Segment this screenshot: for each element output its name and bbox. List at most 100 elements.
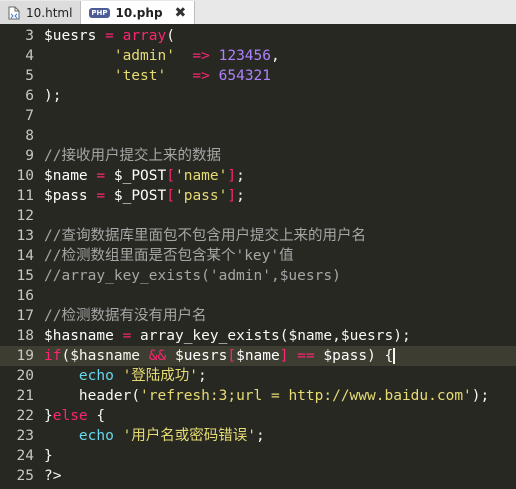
code-token: $_POST (113, 188, 167, 204)
code-token: ( (131, 388, 141, 404)
code-token: $uesrs (44, 28, 97, 44)
code-token: = (113, 328, 141, 344)
code-text: echo '登陆成功'; (34, 366, 516, 386)
tab-10-html[interactable]: 10.html (0, 1, 82, 24)
code-token: ); (471, 388, 490, 404)
code-token: $name (44, 168, 88, 184)
php-badge: PHP (89, 7, 110, 18)
line-number: 8 (25, 128, 34, 144)
code-token: ; (236, 188, 245, 204)
code-token: ; (256, 428, 265, 444)
code-token: => (166, 68, 219, 84)
file-icon (8, 6, 20, 20)
code-token: '用户名或密码错误' (122, 428, 257, 444)
code-token: 'test' (113, 68, 167, 84)
line-number: 14 (16, 248, 34, 264)
code-line[interactable]: 6); (0, 86, 516, 106)
line-number: 23 (16, 428, 34, 444)
code-token: 654321 (218, 68, 272, 84)
code-token: //接收用户提交上来的数据 (44, 148, 221, 164)
code-line[interactable]: 14 //检测数组里面是否包含某个'key'值 (0, 246, 516, 266)
code-text: $hasname = array_key_exists($name,$uesrs… (34, 326, 516, 346)
code-line[interactable]: 19 if($hasname && $uesrs[$name] == $pass)… (0, 346, 516, 366)
code-text: 'test' => 654321 (34, 66, 516, 86)
line-number: 11 (16, 188, 34, 204)
code-line[interactable]: 3 $uesrs = array( (0, 26, 516, 46)
code-token: else (52, 408, 88, 424)
line-number: 21 (16, 388, 34, 404)
code-token: echo (78, 428, 114, 444)
code-text: }else { (34, 406, 516, 426)
code-token: ] (227, 188, 237, 204)
code-token: $_POST (113, 168, 167, 184)
code-line[interactable]: 21 header('refresh:3;url = http://www.ba… (0, 386, 516, 406)
code-text: //检测数据有没有用户名 (34, 306, 516, 326)
code-token: [ (166, 168, 175, 184)
code-line[interactable]: 9 //接收用户提交上来的数据 (0, 146, 516, 166)
code-token: $uesrs (174, 348, 228, 364)
code-line[interactable]: 10 $name = $_POST['name']; (0, 166, 516, 186)
code-text: ); (34, 86, 516, 106)
code-token: [ (227, 348, 237, 364)
code-text: //接收用户提交上来的数据 (34, 146, 516, 166)
code-line[interactable]: 5 'test' => 654321 (0, 66, 516, 86)
code-token: ($name,$uesrs); (279, 328, 411, 344)
code-line[interactable]: 25 ?> (0, 466, 516, 486)
code-editor[interactable]: 3 $uesrs = array(4 'admin' => 123456, 5 't… (0, 24, 516, 489)
line-number: 5 (25, 68, 34, 84)
code-token: //array_key_exists('admin',$uesrs) (44, 268, 341, 284)
line-number: 13 (16, 228, 34, 244)
code-token: $pass (44, 188, 88, 204)
code-text: header('refresh:3;url = http://www.baidu… (34, 386, 516, 406)
code-token: if (44, 348, 62, 364)
code-text: $uesrs = array( (34, 26, 516, 46)
code-line[interactable]: 11 $pass = $_POST['pass']; (0, 186, 516, 206)
code-token: array (122, 28, 167, 44)
code-token: 'pass' (174, 188, 228, 204)
code-line[interactable]: 18 $hasname = array_key_exists($name,$ues… (0, 326, 516, 346)
line-number: 25 (16, 468, 34, 484)
code-text: ?> (34, 466, 516, 486)
line-number: 17 (16, 308, 34, 324)
code-token: $pass (323, 348, 368, 364)
code-line[interactable]: 20 echo '登陆成功'; (0, 366, 516, 386)
code-token: => (174, 48, 219, 64)
code-line[interactable]: 13 //查询数据库里面包不包含用户提交上来的用户名 (0, 226, 516, 246)
code-token: ; (236, 168, 245, 184)
code-token: } (44, 408, 53, 424)
code-token: //查询数据库里面包不包含用户提交上来的用户名 (44, 228, 366, 244)
code-token: $hasname (44, 328, 114, 344)
code-line[interactable]: 17 //检测数据有没有用户名 (0, 306, 516, 326)
code-text: 'admin' => 123456, (34, 46, 516, 66)
code-token: echo (78, 368, 114, 384)
code-line[interactable]: 12 (0, 206, 516, 226)
code-line[interactable]: 16 (0, 286, 516, 306)
code-token: ; (198, 368, 207, 384)
code-token: 123456 (218, 48, 271, 64)
line-number: 18 (16, 328, 34, 344)
code-token: ($hasname (61, 348, 141, 364)
code-token: ?> (44, 468, 62, 484)
line-number: 6 (25, 88, 34, 104)
code-line[interactable]: 15 //array_key_exists('admin',$uesrs) (0, 266, 516, 286)
code-line[interactable]: 8 (0, 126, 516, 146)
code-token: 'admin' (113, 48, 175, 64)
line-number: 15 (16, 268, 34, 284)
code-line[interactable]: 24} (0, 446, 516, 466)
tab-10-php[interactable]: PHP 10.php ✖ (81, 1, 196, 24)
code-line[interactable]: 7 (0, 106, 516, 126)
code-text: //检测数组里面是否包含某个'key'值 (34, 246, 516, 266)
code-token: = (87, 168, 114, 184)
code-line[interactable]: 4 'admin' => 123456, (0, 46, 516, 66)
code-text: $pass = $_POST['pass']; (34, 186, 516, 206)
code-line[interactable]: 22}else { (0, 406, 516, 426)
code-token: ( (166, 28, 175, 44)
code-token: ) { (367, 348, 394, 364)
code-line[interactable]: 23 echo '用户名或密码错误'; (0, 426, 516, 446)
close-icon[interactable]: ✖ (175, 6, 187, 20)
